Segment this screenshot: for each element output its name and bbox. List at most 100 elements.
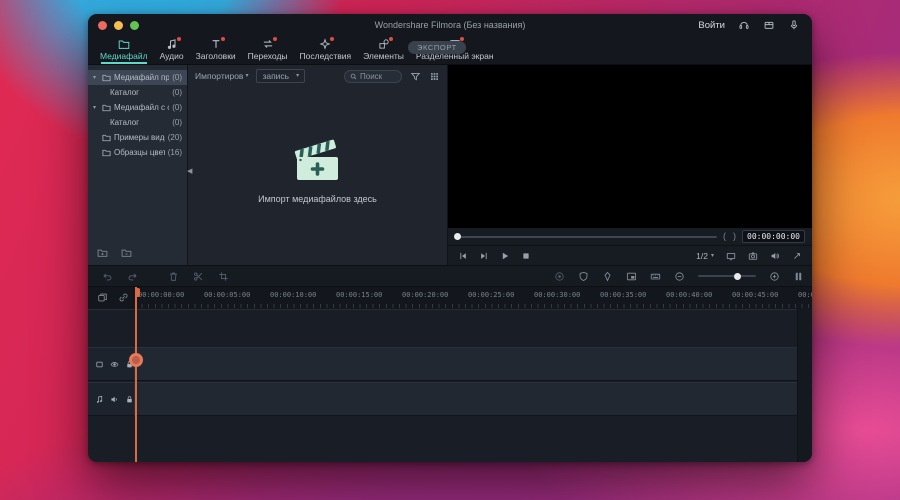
ruler-label: 00:00:30:00 [534, 291, 581, 299]
microphone-icon[interactable] [788, 19, 800, 31]
desktop-wallpaper: Wondershare Filmora (Без названия) Войти… [0, 0, 900, 500]
ruler-label: 00:00:45:00 [732, 291, 779, 299]
timeline-zoom-slider[interactable] [698, 272, 756, 280]
dropzone-label: Импорт медиафайлов здесь [258, 193, 377, 204]
folder-icon [102, 149, 111, 157]
folder-icon [102, 134, 111, 142]
ruler-label: 00:00 [798, 291, 812, 299]
tab-audio[interactable]: Аудио [154, 36, 190, 64]
new-folder-icon[interactable] [97, 247, 108, 258]
split-scissors-button[interactable] [193, 271, 204, 282]
undo-button[interactable] [102, 271, 113, 282]
crop-button[interactable] [218, 271, 229, 282]
scrubber-handle[interactable] [454, 233, 461, 240]
lock-track-icon[interactable] [125, 395, 134, 404]
sidebar-item-catalog-2[interactable]: Каталог (0) [88, 115, 187, 130]
record-dropdown[interactable]: запись ▾ [256, 69, 306, 83]
timeline-vertical-scrollbar[interactable] [797, 309, 812, 462]
fullscreen-icon[interactable] [792, 251, 802, 261]
tab-media[interactable]: Медиафайл [94, 36, 154, 64]
picture-in-picture-icon[interactable] [626, 271, 637, 282]
main-content: ▾ Медиафайл проекта (0) Каталог (0) ▾ Ме… [88, 65, 812, 265]
delete-folder-icon[interactable] [121, 247, 132, 258]
search-input[interactable] [360, 71, 396, 81]
playback-scrubber[interactable] [454, 233, 718, 240]
playback-quality-dropdown[interactable]: 1/2 ▾ [696, 251, 714, 261]
playhead-line [135, 287, 137, 462]
zoom-in-icon[interactable] [769, 271, 780, 282]
delete-clip-button[interactable] [168, 271, 179, 282]
track-height-icon[interactable] [793, 271, 804, 282]
timeline-ruler[interactable]: 00:00:00:00 00:00:05:00 00:00:10:00 00:0… [88, 287, 812, 310]
video-track-header [88, 347, 135, 381]
chevron-down-icon: ▾ [245, 73, 249, 79]
folder-icon [118, 38, 130, 50]
tab-elements[interactable]: Элементы [357, 36, 410, 64]
mark-out-button[interactable]: ) [733, 232, 736, 241]
shield-icon[interactable] [578, 271, 589, 282]
inbox-box-icon[interactable] [763, 19, 775, 31]
login-button[interactable]: Войти [698, 20, 725, 31]
manage-tracks-icon[interactable] [97, 292, 108, 303]
search-box[interactable] [344, 69, 402, 83]
import-dropdown[interactable]: Импортиров ▾ [195, 71, 248, 81]
collapse-sidebar-icon[interactable]: ◀ [187, 168, 192, 175]
tab-effects[interactable]: Последствия [294, 36, 358, 64]
sidebar-item-project-media[interactable]: ▾ Медиафайл проекта (0) [88, 70, 187, 85]
tab-titles[interactable]: Заголовки [190, 36, 242, 64]
video-track [88, 347, 798, 381]
eye-visibility-icon[interactable] [110, 360, 119, 369]
import-dropzone[interactable]: Импорт медиафайлов здесь [188, 87, 447, 265]
tab-transitions[interactable]: Переходы [242, 36, 294, 64]
audio-track-icon[interactable] [95, 395, 104, 404]
sidebar-item-shared-media[interactable]: ▾ Медиафайл с совме... (0) [88, 100, 187, 115]
audio-track-lane[interactable] [135, 382, 798, 416]
preview-panel: ( ) 00:00:00:00 1/2 ▾ [448, 65, 812, 265]
previous-frame-button[interactable] [458, 251, 468, 261]
caret-down-icon[interactable]: ▾ [93, 105, 99, 111]
play-button[interactable] [500, 251, 510, 261]
stop-button[interactable] [521, 251, 531, 261]
sidebar-item-sample-videos[interactable]: Примеры видео (20) [88, 130, 187, 145]
filter-icon[interactable] [410, 71, 421, 82]
mute-speaker-icon[interactable] [110, 395, 119, 404]
next-frame-button[interactable] [479, 251, 489, 261]
transition-arrows-icon [262, 37, 277, 50]
marker-icon[interactable] [602, 271, 613, 282]
caret-down-icon[interactable]: ▾ [93, 75, 99, 81]
ruler-label: 00:00:40:00 [666, 291, 713, 299]
notification-dot [272, 37, 277, 41]
link-clips-icon[interactable] [118, 292, 129, 303]
folder-icon [102, 104, 111, 112]
ruler-label: 00:00:25:00 [468, 291, 515, 299]
export-button[interactable]: ЭКСПОРТ [408, 41, 466, 54]
close-window-button[interactable] [98, 20, 107, 30]
playhead-marker-badge[interactable] [129, 353, 143, 367]
render-preview-icon[interactable] [554, 271, 565, 282]
ruler-label: 00:00:35:00 [600, 291, 647, 299]
ruler-label: 00:00:20:00 [402, 291, 449, 299]
video-track-icon[interactable] [95, 360, 104, 369]
sidebar-item-sample-colors[interactable]: Образцы цветов (16) [88, 145, 187, 160]
display-device-icon[interactable] [726, 251, 736, 261]
notification-dot [330, 37, 335, 41]
fullscreen-window-button[interactable] [130, 20, 139, 30]
redo-button[interactable] [127, 271, 138, 282]
media-library-sidebar: ▾ Медиафайл проекта (0) Каталог (0) ▾ Ме… [88, 65, 188, 265]
keyboard-shortcuts-icon[interactable] [650, 271, 661, 282]
window-titlebar[interactable]: Wondershare Filmora (Без названия) Войти [88, 14, 812, 36]
minimize-window-button[interactable] [114, 20, 123, 30]
snapshot-camera-icon[interactable] [748, 251, 758, 261]
video-track-lane[interactable] [135, 347, 798, 381]
zoom-out-icon[interactable] [674, 271, 685, 282]
grid-view-icon[interactable] [429, 71, 440, 82]
mark-in-button[interactable]: ( [723, 232, 726, 241]
volume-icon[interactable] [770, 251, 780, 261]
sidebar-item-catalog-1[interactable]: Каталог (0) [88, 85, 187, 100]
zoom-slider-handle[interactable] [733, 272, 741, 280]
playhead-flag[interactable] [135, 288, 140, 297]
chevron-down-icon: ▾ [710, 252, 714, 259]
support-headset-icon[interactable] [738, 19, 750, 31]
folder-icon [102, 74, 111, 82]
traffic-lights [98, 20, 139, 30]
